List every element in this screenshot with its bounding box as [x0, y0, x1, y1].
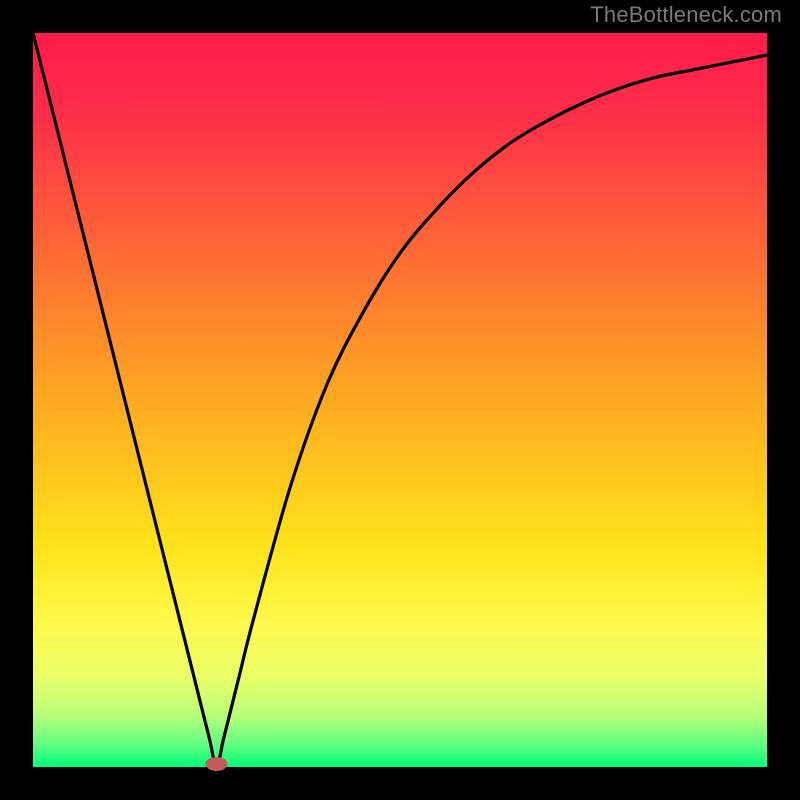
chart-svg [0, 0, 800, 800]
chart-frame: TheBottleneck.com [0, 0, 800, 800]
plot-background [33, 33, 767, 767]
minimum-marker [206, 757, 228, 771]
watermark-text: TheBottleneck.com [590, 2, 782, 28]
